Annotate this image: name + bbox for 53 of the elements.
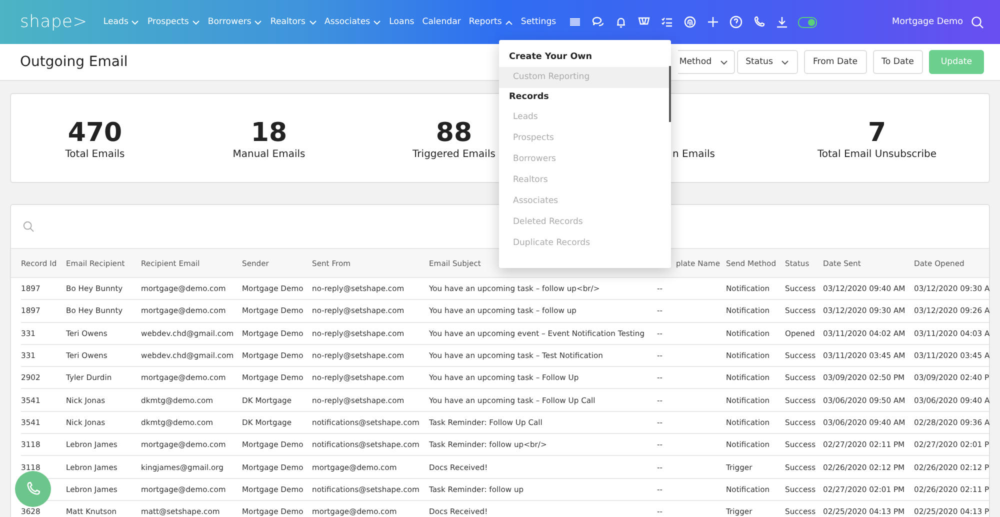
phone-icon <box>24 480 42 498</box>
stat-value: 7 <box>868 116 886 148</box>
caret-icon <box>131 20 140 24</box>
caret-icon <box>254 20 262 24</box>
page-title: Outgoing Email <box>20 54 128 70</box>
user-name[interactable]: Mortgage Demo <box>892 17 963 27</box>
plus-icon[interactable] <box>706 15 720 29</box>
toggle-switch[interactable] <box>798 16 818 28</box>
chat-icon[interactable] <box>591 15 606 29</box>
download-icon[interactable] <box>775 15 790 29</box>
filter-dropdown[interactable]: Status <box>736 50 798 74</box>
nav-menu-item[interactable]: Realtors <box>270 17 317 27</box>
stat-label: Manual Emails <box>232 148 306 160</box>
nav-menu-item[interactable]: Loans <box>389 17 414 27</box>
date-button[interactable]: To Date <box>872 50 923 74</box>
caret-icon <box>720 60 728 64</box>
stat-label: Total Emails <box>65 148 125 160</box>
nav-menu-item[interactable]: Settings <box>520 17 556 27</box>
stat-label: Total Email Unsubscribe <box>817 148 937 160</box>
caret-icon <box>192 20 200 24</box>
stat-label: Triggered Emails <box>412 148 496 160</box>
nav-menu-item[interactable]: Leads <box>103 17 140 27</box>
help-icon[interactable] <box>729 15 744 29</box>
menu-item[interactable]: Deleted Records <box>499 212 671 233</box>
date-button[interactable]: From Date <box>804 50 867 74</box>
logo[interactable]: shape> <box>20 12 88 32</box>
checklist-icon[interactable] <box>660 15 674 29</box>
caret-icon <box>308 20 317 24</box>
caret-icon <box>504 20 513 24</box>
menu-item[interactable]: Duplicate Records <box>499 233 671 254</box>
stat-value: 18 <box>250 116 288 148</box>
nav-menu-item[interactable]: Reports <box>468 17 513 27</box>
search-icon[interactable] <box>971 16 984 28</box>
menu-item[interactable]: Leads <box>499 107 671 128</box>
menu-item[interactable]: Associates <box>499 191 671 212</box>
menu-item[interactable]: Borrowers <box>499 149 671 170</box>
menu-item[interactable]: Prospects <box>499 128 671 149</box>
menu-item[interactable]: Realtors <box>499 170 671 191</box>
nav-menu-item[interactable]: Calendar <box>422 17 461 27</box>
menu-section-header: Create Your Own <box>509 52 592 63</box>
fingerprint-icon[interactable] <box>683 15 698 29</box>
phone-icon[interactable] <box>752 15 766 29</box>
menu-section-header: Records <box>509 92 549 103</box>
caret-icon <box>373 20 382 24</box>
nav-menu-item[interactable]: Prospects <box>147 17 200 27</box>
nav-menu-item[interactable]: Associates <box>324 17 382 27</box>
stat-value: 470 <box>68 116 122 148</box>
stat-value: 88 <box>436 116 472 148</box>
nav-menu-item[interactable]: Borrowers <box>208 17 262 27</box>
caret-icon <box>780 60 789 64</box>
scrollbar[interactable] <box>669 66 671 122</box>
filter-dropdown[interactable]: Method <box>678 50 735 74</box>
stat-label: n Emails <box>672 148 715 160</box>
